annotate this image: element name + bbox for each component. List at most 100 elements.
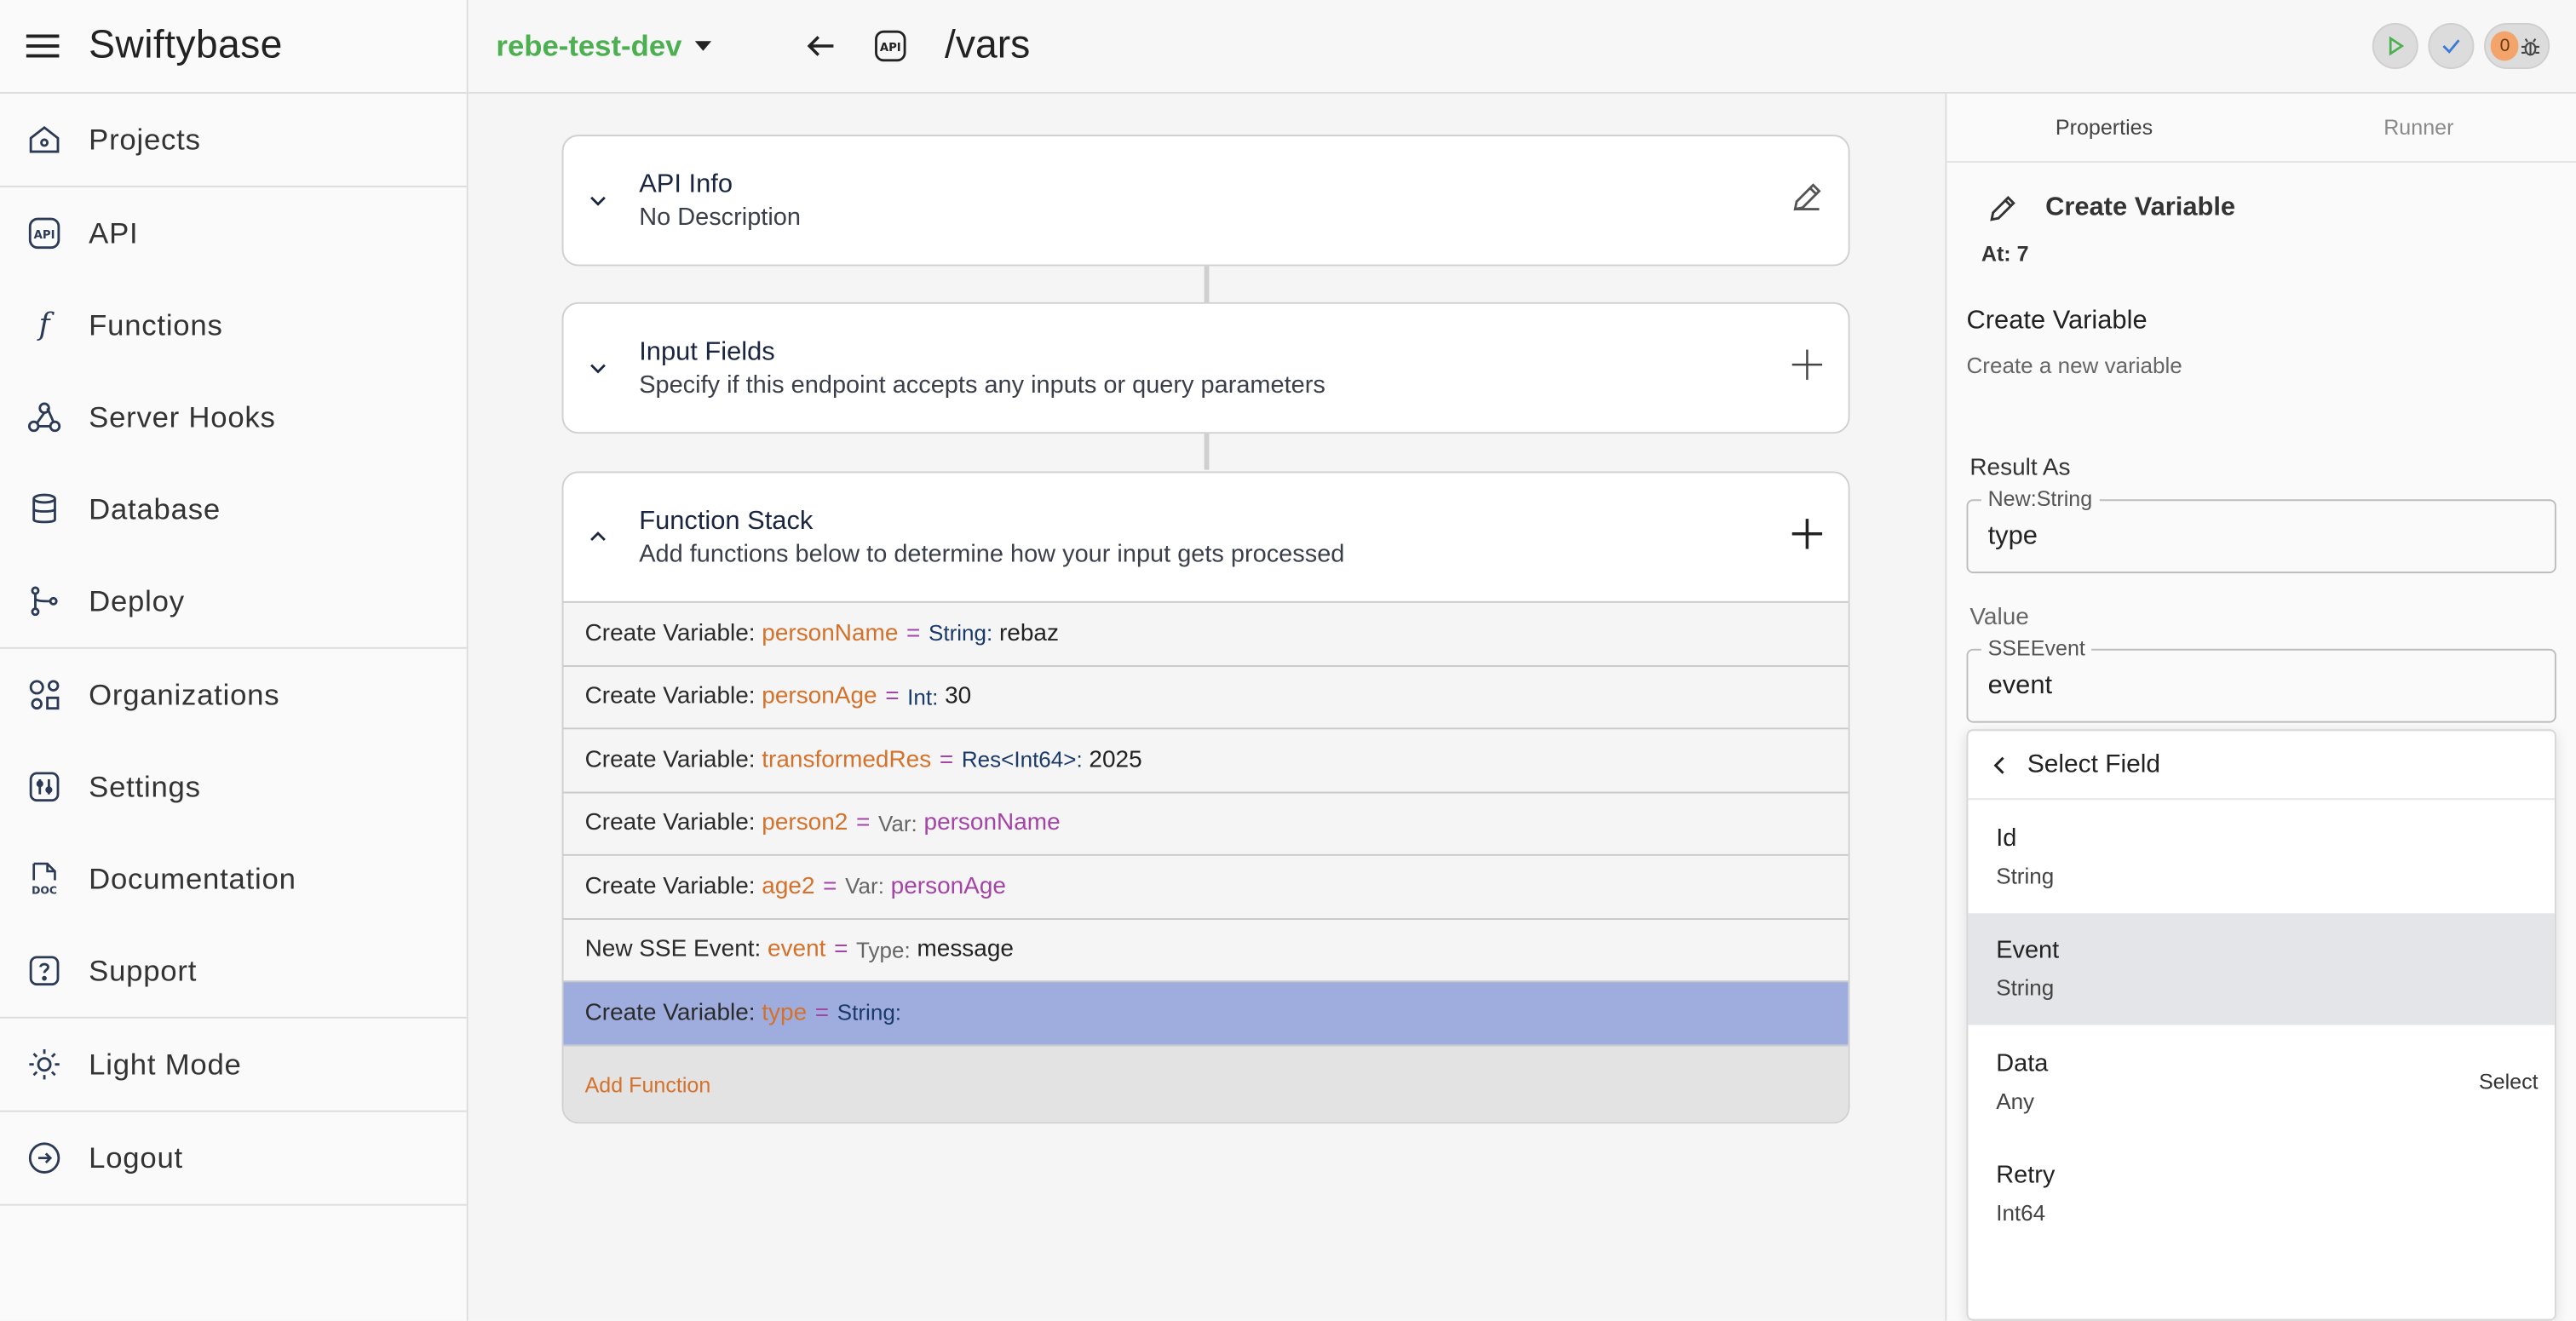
stack-row[interactable]: Create Variable: personName = String: re… (563, 600, 1849, 665)
row-value: personName (923, 810, 1061, 837)
card-title: Input Fields (639, 337, 775, 366)
api-editor: API Info No Description Input Fields Spe… (468, 93, 1944, 1321)
stack-row[interactable]: Create Variable: transformedRes = Res<In… (563, 727, 1849, 791)
sidebar-item-settings[interactable]: Settings (0, 741, 467, 833)
sidebar-item-label: Documentation (89, 861, 296, 895)
edit-pencil-icon[interactable] (1987, 192, 2020, 226)
app-window: Swiftybase Projects API API f Functions … (0, 0, 2576, 1321)
sidebar-item-logout[interactable]: Logout (0, 1112, 467, 1204)
edit-pencil-icon[interactable] (1789, 179, 1825, 215)
sidebar-item-projects[interactable]: Projects (0, 94, 467, 186)
api-info-header[interactable]: API Info No Description (563, 136, 1848, 264)
sidebar-item-database[interactable]: Database (0, 463, 467, 555)
properties-panel: Properties Runner Create Variable At: 7 … (1945, 93, 2576, 1321)
stack-row[interactable]: Create Variable: personAge = Int: 30 (563, 664, 1849, 728)
row-variable-name: personName (762, 620, 899, 647)
bug-icon (2521, 37, 2540, 55)
sidebar-item-label: Light Mode (89, 1047, 242, 1081)
dropdown-title: Select Field (2027, 750, 2161, 778)
settings-icon (26, 769, 62, 805)
sidebar-item-label: Database (89, 491, 221, 526)
result-as-field[interactable]: New:String type (1966, 485, 2556, 574)
app-title: Swiftybase (89, 22, 283, 68)
field-option-event[interactable]: Event String (1968, 912, 2555, 1025)
api-icon: API (875, 30, 906, 62)
card-title: API Info (639, 169, 733, 198)
logout-icon (26, 1140, 62, 1175)
row-operator: = (906, 620, 921, 647)
sidebar-item-server-hooks[interactable]: Server Hooks (0, 371, 467, 463)
sidebar-item-support[interactable]: Support (0, 925, 467, 1017)
card-subtitle: No Description (639, 203, 801, 231)
input-fields-header[interactable]: Input Fields Specify if this endpoint ac… (563, 304, 1848, 432)
row-operator: = (855, 810, 871, 837)
field-option-retry[interactable]: Retry Int64 (1968, 1138, 2554, 1250)
select-button[interactable]: Select (2479, 1069, 2539, 1094)
sidebar-item-deploy[interactable]: Deploy (0, 555, 467, 647)
tab-properties[interactable]: Properties (1946, 94, 2261, 161)
api-info-card: API Info No Description (561, 135, 1850, 267)
field-name: Event (1996, 936, 2060, 965)
flow-connector (1204, 434, 1210, 470)
sidebar-item-functions[interactable]: f Functions (0, 279, 467, 371)
field-option-id[interactable]: Id String (1968, 800, 2554, 912)
row-prefix: New SSE Event: (584, 936, 762, 963)
sidebar-item-label: Support (89, 953, 198, 987)
svg-text:API: API (880, 42, 901, 55)
value-field[interactable]: SSEEvent event (1966, 635, 2556, 723)
function-stack-header[interactable]: Function Stack Add functions below to de… (563, 473, 1848, 600)
field-option-data[interactable]: Data Any Select (1968, 1025, 2554, 1137)
function-icon: f (26, 307, 62, 343)
doc-icon: DOC (26, 861, 62, 897)
row-value: rebaz (998, 620, 1059, 647)
row-variable-name: transformedRes (762, 747, 932, 773)
value-source: event (1987, 671, 2053, 700)
stack-row[interactable]: New SSE Event: event = Type: message (563, 917, 1849, 981)
chevron-down-icon[interactable] (586, 189, 609, 212)
panel-tabs: Properties Runner (1946, 94, 2576, 163)
tab-runner[interactable]: Runner (2262, 94, 2576, 161)
hamburger-menu-icon[interactable] (26, 28, 62, 64)
row-value: 30 (945, 683, 972, 710)
result-name-value: type (1987, 522, 2038, 551)
svg-text:API: API (34, 229, 55, 242)
sidebar-item-documentation[interactable]: DOC Documentation (0, 833, 467, 925)
chevron-up-icon[interactable] (586, 526, 609, 549)
stack-row[interactable]: Create Variable: person2 = Var: personNa… (563, 790, 1849, 854)
add-function-button[interactable]: Add Function (563, 1043, 1849, 1123)
chevron-down-icon[interactable] (586, 356, 609, 379)
row-variable-name: type (762, 1000, 808, 1026)
sun-icon (26, 1046, 62, 1082)
validate-button[interactable] (2428, 22, 2475, 69)
row-type: Type: (856, 937, 911, 962)
row-type: Var: (845, 874, 884, 899)
back-arrow-icon[interactable] (803, 28, 839, 64)
top-bar: rebe-test-dev API /vars 0 (468, 0, 2576, 94)
row-type: Res<Int64>: (961, 747, 1083, 772)
field-name: Retry (1996, 1161, 2056, 1190)
section-description: Create a new variable (1966, 353, 2182, 378)
row-value: message (917, 936, 1014, 963)
brand-bar: Swiftybase (0, 0, 467, 94)
add-plus-icon[interactable] (1789, 516, 1825, 552)
row-operator: = (823, 873, 837, 900)
nav-group-main: Projects (0, 94, 467, 187)
stack-row-selected[interactable]: Create Variable: type = String: (563, 980, 1849, 1044)
row-value: 2025 (1089, 747, 1142, 773)
sidebar-item-api[interactable]: API API (0, 187, 467, 279)
stack-row[interactable]: Create Variable: age2 = Var: personAge (563, 853, 1849, 918)
dropdown-header[interactable]: Select Field (1968, 731, 2555, 801)
svg-text:DOC: DOC (32, 884, 57, 896)
sidebar-item-label: Functions (89, 307, 223, 342)
debug-button[interactable]: 0 (2483, 22, 2550, 69)
environment-selector[interactable]: rebe-test-dev (496, 29, 712, 63)
field-type: Any (1996, 1088, 2035, 1114)
add-plus-icon[interactable] (1789, 347, 1825, 382)
chevron-left-icon[interactable] (1988, 753, 2011, 776)
sidebar-item-organizations[interactable]: Organizations (0, 649, 467, 741)
sidebar-item-light-mode[interactable]: Light Mode (0, 1019, 467, 1111)
git-branch-icon (26, 583, 62, 619)
run-button[interactable] (2372, 22, 2418, 69)
panel-header: Create Variable (1946, 192, 2576, 226)
result-type-legend: New:String (1981, 485, 2099, 511)
